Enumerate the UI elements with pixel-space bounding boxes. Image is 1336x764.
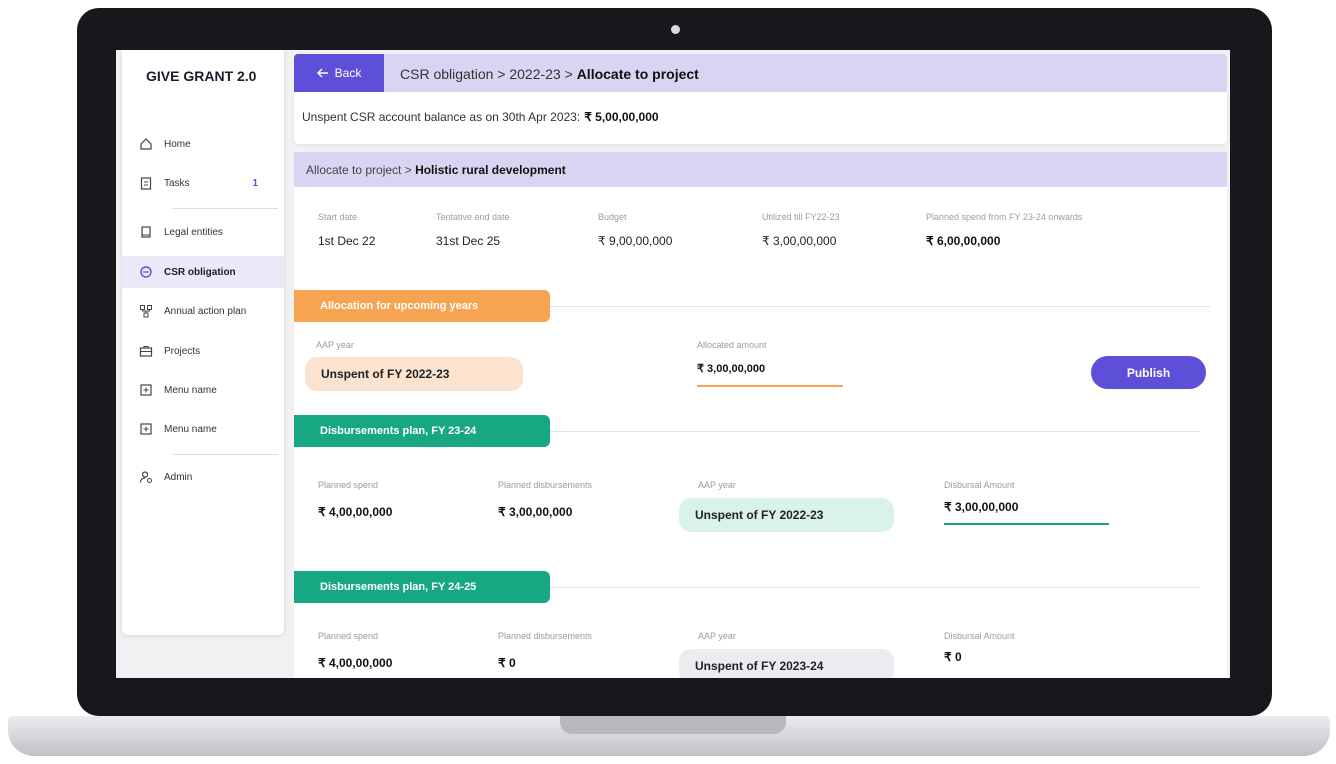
back-button[interactable]: Back [294, 54, 384, 92]
budget-label: Budget [598, 212, 627, 222]
section-divider [550, 306, 1210, 307]
sidebar-item-label: Menu name [164, 384, 217, 396]
clipboard-icon [138, 175, 154, 191]
disbursal-amount-label: Disbursal Amount [944, 631, 1015, 641]
sidebar-divider [172, 208, 278, 209]
sidebar-item-label: Annual action plan [164, 305, 247, 317]
allocation-section-tab: Allocation for upcoming years [294, 290, 550, 322]
sidebar-item-label: Menu name [164, 423, 217, 435]
disbursement-plan-tab-fy24-25: Disbursements plan, FY 24-25 [294, 571, 550, 603]
planned-disbursements-value: ₹ 0 [498, 656, 516, 670]
balance-amount: ₹ 5,00,00,000 [584, 110, 659, 124]
budget-value: ₹ 9,00,00,000 [598, 234, 673, 248]
arrow-left-icon [316, 68, 328, 78]
utilized-value: ₹ 3,00,00,000 [762, 234, 837, 248]
laptop-notch [560, 716, 786, 734]
top-bar: Back CSR obligation > 2022-23 > Allocate… [294, 54, 1227, 92]
disbursal-amount-input[interactable]: ₹ 0 [944, 650, 962, 664]
main-content: Back CSR obligation > 2022-23 > Allocate… [294, 50, 1230, 678]
planned-spend-total-value: ₹ 6,00,00,000 [926, 234, 1001, 248]
breadcrumb-path: CSR obligation > 2022-23 > [400, 66, 577, 82]
planned-spend-value: ₹ 4,00,00,000 [318, 505, 393, 519]
sidebar-item-legal-entities[interactable]: Legal entities [122, 216, 284, 248]
planned-spend-value: ₹ 4,00,00,000 [318, 656, 393, 670]
home-icon [138, 136, 154, 152]
aap-year-select[interactable]: Unspent of FY 2022-23 [679, 498, 894, 532]
planned-spend-total-label: Planned spend from FY 23-24 onwards [926, 212, 1083, 222]
project-subbar: Allocate to project > Holistic rural dev… [294, 152, 1227, 187]
task-count-badge: 1 [252, 177, 258, 189]
plus-square-icon [138, 382, 154, 398]
start-date-label: Start date [318, 212, 358, 222]
camera-icon [671, 25, 680, 34]
sidebar-item-label: CSR obligation [164, 266, 236, 278]
project-name: Holistic rural development [415, 163, 566, 177]
aap-year-label: AAP year [316, 340, 354, 350]
breadcrumb: CSR obligation > 2022-23 > Allocate to p… [400, 66, 699, 82]
sidebar-item-admin[interactable]: Admin [122, 461, 284, 493]
balance-line: Unspent CSR account balance as on 30th A… [302, 110, 659, 124]
aap-year-select[interactable]: Unspent of FY 2023-24 [679, 649, 894, 678]
sidebar-item-csr-obligation[interactable]: CSR obligation [122, 256, 284, 288]
allocated-amount-input[interactable]: ₹ 3,00,00,000 [697, 362, 765, 375]
balance-card: Unspent CSR account balance as on 30th A… [294, 92, 1227, 144]
section-divider [550, 431, 1200, 432]
sidebar-divider [172, 454, 278, 455]
project-panel: Allocate to project > Holistic rural dev… [294, 152, 1227, 678]
aap-year-label: AAP year [698, 631, 736, 641]
disbursal-amount-underline [944, 523, 1109, 525]
briefcase-icon [138, 343, 154, 359]
planned-disbursements-label: Planned disbursements [498, 631, 593, 641]
end-date-label: Tentative end date [436, 212, 510, 222]
allocated-amount-label: Allocated amount [697, 340, 767, 350]
section-divider [550, 587, 1200, 588]
aap-year-label: AAP year [698, 480, 736, 490]
target-icon [138, 264, 154, 280]
utilized-label: Utilized till FY22-23 [762, 212, 840, 222]
app-title: GIVE GRANT 2.0 [146, 68, 257, 84]
project-breadcrumb: Allocate to project > Holistic rural dev… [306, 163, 566, 177]
balance-label: Unspent CSR account balance as on 30th A… [302, 110, 581, 124]
aap-year-select[interactable]: Unspent of FY 2022-23 [305, 357, 523, 391]
app-screen: GIVE GRANT 2.0 Home Tasks 1 Legal entiti… [116, 50, 1230, 678]
sidebar-item-menu-name-2[interactable]: Menu name [122, 413, 284, 445]
sidebar-item-tasks[interactable]: Tasks 1 [122, 167, 284, 199]
disbursal-amount-input[interactable]: ₹ 3,00,00,000 [944, 500, 1018, 514]
sidebar-item-label: Tasks [164, 177, 190, 189]
disbursement-plan-tab-fy23-24: Disbursements plan, FY 23-24 [294, 415, 550, 447]
end-date-value: 31st Dec 25 [436, 234, 501, 248]
planned-disbursements-value: ₹ 3,00,00,000 [498, 505, 573, 519]
allocated-amount-underline [697, 385, 843, 387]
sidebar-item-label: Legal entities [164, 226, 223, 238]
planned-disbursements-label: Planned disbursements [498, 480, 593, 490]
breadcrumb-current: Allocate to project [576, 66, 699, 82]
document-icon [138, 224, 154, 240]
publish-button[interactable]: Publish [1091, 356, 1206, 389]
back-label: Back [334, 66, 362, 80]
start-date-value: 1st Dec 22 [318, 234, 376, 248]
sidebar-item-home[interactable]: Home [122, 128, 284, 160]
sidebar-item-annual-action-plan[interactable]: Annual action plan [122, 295, 284, 327]
sidebar-item-menu-name-1[interactable]: Menu name [122, 374, 284, 406]
planned-spend-label: Planned spend [318, 480, 379, 490]
user-gear-icon [138, 469, 154, 485]
sidebar: GIVE GRANT 2.0 Home Tasks 1 Legal entiti… [122, 50, 284, 635]
sidebar-item-label: Home [164, 138, 191, 150]
sidebar-item-label: Admin [164, 471, 193, 483]
plus-square-icon [138, 421, 154, 437]
planned-spend-label: Planned spend [318, 631, 379, 641]
sidebar-item-label: Projects [164, 345, 201, 357]
project-breadcrumb-path: Allocate to project > [306, 163, 416, 177]
hierarchy-icon [138, 303, 154, 319]
sidebar-item-projects[interactable]: Projects [122, 335, 284, 367]
disbursal-amount-label: Disbursal Amount [944, 480, 1015, 490]
